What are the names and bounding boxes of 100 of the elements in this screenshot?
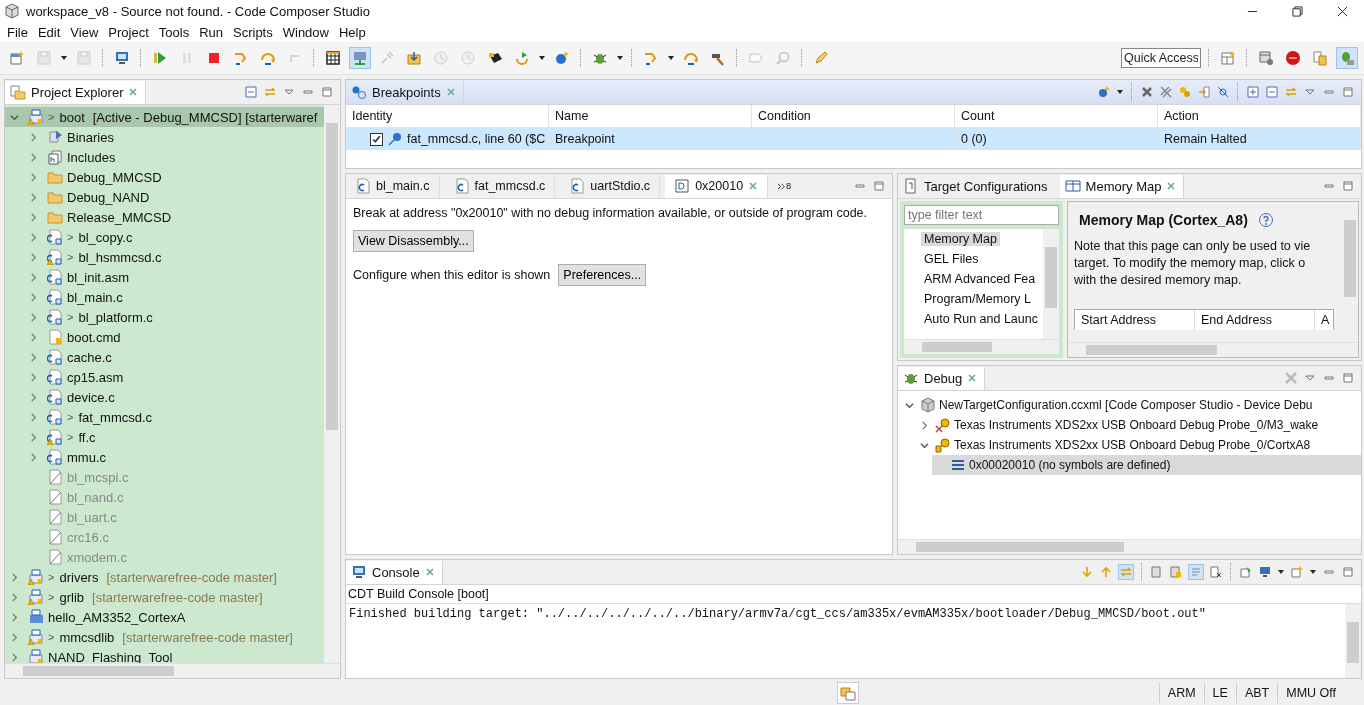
list-item[interactable]: Auto Run and Launc xyxy=(924,309,1043,329)
column-header[interactable]: A xyxy=(1315,310,1334,330)
checkbox[interactable] xyxy=(370,132,383,146)
chevron-icon[interactable] xyxy=(29,172,38,182)
column-header[interactable]: Action xyxy=(1158,105,1361,127)
chevron-icon[interactable] xyxy=(10,112,19,122)
help-icon[interactable] xyxy=(1257,212,1274,228)
menu-item[interactable]: Edit xyxy=(32,24,66,40)
chevron-icon[interactable] xyxy=(29,452,38,462)
tree-item[interactable]: > mmcsdlib [starterwarefree-code master] xyxy=(5,627,324,647)
connect-icon[interactable] xyxy=(349,47,371,69)
table-row[interactable]: fat_mmcsd.c, line 60 ($C Breakpoint 0 (0) Remain Halted xyxy=(346,128,1361,150)
view-tab[interactable]: Breakpoints xyxy=(346,80,464,104)
maximize-icon[interactable] xyxy=(320,85,334,99)
chevron-icon[interactable] xyxy=(29,192,38,202)
collapse-all-icon[interactable] xyxy=(1265,85,1279,99)
chevron-icon[interactable] xyxy=(10,592,19,602)
remove-all-icon[interactable] xyxy=(1159,85,1173,99)
chevron-icon[interactable] xyxy=(29,372,38,382)
chevron-icon[interactable] xyxy=(10,572,19,582)
filter-field[interactable]: type filter text xyxy=(904,205,1059,225)
view-tab[interactable]: Memory Map xyxy=(1059,174,1185,198)
word-wrap-icon[interactable] xyxy=(1188,564,1204,580)
chevron-icon[interactable] xyxy=(29,232,38,242)
close-icon[interactable] xyxy=(1166,181,1177,191)
menu-item[interactable]: Run xyxy=(194,24,228,40)
maximize-icon[interactable] xyxy=(1341,179,1355,193)
chevron-icon[interactable] xyxy=(905,400,914,410)
maximize-icon[interactable] xyxy=(1341,371,1355,385)
scrollbar[interactable] xyxy=(898,539,1361,554)
menu-item[interactable]: Tools xyxy=(153,24,195,40)
chevron-icon[interactable] xyxy=(29,292,38,302)
tree-item[interactable]: hello_AM3352_CortexA xyxy=(5,607,324,627)
gears-icon[interactable] xyxy=(1178,85,1192,99)
menu-item[interactable]: Window xyxy=(277,24,334,40)
chevron-icon[interactable] xyxy=(29,432,38,442)
scroll-lock-icon[interactable] xyxy=(1150,565,1164,579)
arrow-down-icon[interactable] xyxy=(1080,565,1094,579)
menu-item[interactable]: Scripts xyxy=(228,24,278,40)
dropdown-arrow-icon[interactable] xyxy=(538,54,546,62)
chevron-icon[interactable] xyxy=(29,252,38,262)
menu-item[interactable]: View xyxy=(65,24,104,40)
column-header[interactable]: Name xyxy=(549,105,752,127)
chevron-icon[interactable] xyxy=(29,332,38,342)
remove-all-icon[interactable] xyxy=(1284,371,1298,385)
chevron-icon[interactable] xyxy=(29,352,38,362)
chevron-icon[interactable] xyxy=(29,132,38,142)
tree-item[interactable]: Texas Instruments XDS2xx USB Onboard Debug Probe_0/CortxA8 xyxy=(917,435,1361,455)
view-disassembly-button[interactable]: View Disassembly... xyxy=(353,230,474,252)
view-tab[interactable]: Project Explorer xyxy=(5,80,147,104)
progress-icon[interactable] xyxy=(836,682,859,704)
tree-item[interactable]: mmu.c xyxy=(24,447,324,467)
tree-item[interactable]: > bl_hsmmcsd.c xyxy=(24,247,324,267)
column-header[interactable]: Identity xyxy=(346,105,549,127)
chevron-icon[interactable] xyxy=(920,440,929,450)
close-icon[interactable] xyxy=(128,87,139,97)
clear-console-icon[interactable] xyxy=(1209,565,1223,579)
tree-item[interactable]: > drivers [starterwarefree-code master] xyxy=(5,567,324,587)
column-header[interactable]: Count xyxy=(955,105,1158,127)
import-icon[interactable] xyxy=(1197,85,1211,99)
chevron-icon[interactable] xyxy=(29,412,38,422)
tree-item[interactable]: NewTargetConfiguration.ccxml [Code Composer Studio - Device Debu xyxy=(902,395,1361,415)
close-window-icon[interactable] xyxy=(1337,5,1348,17)
column-header[interactable]: End Address xyxy=(1195,310,1315,330)
close-icon[interactable] xyxy=(967,373,978,383)
pin-lock-icon[interactable] xyxy=(1169,565,1183,579)
tree-item[interactable]: Debug_MMCSD xyxy=(24,167,324,187)
menu-item[interactable]: Help xyxy=(334,24,371,40)
editor-tab[interactable]: fat_mmcsd.c xyxy=(444,174,556,198)
editor-tab[interactable]: bl_main.c xyxy=(346,174,440,198)
skip-breakpoints-icon[interactable] xyxy=(1216,85,1230,99)
link-arrows-icon[interactable] xyxy=(1284,85,1298,99)
editor-tab[interactable]: uartStdio.c xyxy=(560,174,661,198)
tree-item[interactable]: device.c xyxy=(24,387,324,407)
chevron-icon[interactable] xyxy=(29,152,38,162)
scrollbar[interactable] xyxy=(1068,342,1358,357)
dropdown-arrow-icon[interactable] xyxy=(1309,568,1317,576)
scrollbar[interactable] xyxy=(1345,604,1361,678)
chevron-icon[interactable] xyxy=(10,632,19,642)
new-breakpoint-icon[interactable] xyxy=(1097,85,1111,99)
chevron-icon[interactable] xyxy=(920,420,929,430)
tree-item[interactable]: cache.c xyxy=(24,347,324,367)
chevron-icon[interactable] xyxy=(29,212,38,222)
maximize-icon[interactable] xyxy=(1341,85,1355,99)
tree-item[interactable]: > ff.c xyxy=(24,427,324,447)
expand-all-icon[interactable] xyxy=(1246,85,1260,99)
tree-item[interactable]: Release_MMCSD xyxy=(24,207,324,227)
tree-item[interactable]: bl_main.c xyxy=(24,287,324,307)
chevron-icon[interactable] xyxy=(29,312,38,322)
list-item[interactable]: GEL Files xyxy=(924,249,1043,269)
tree-item[interactable]: > grlib [starterwarefree-code master] xyxy=(5,587,324,607)
menu-item[interactable]: File xyxy=(2,24,33,40)
view-tab[interactable]: Console xyxy=(346,560,443,584)
menu-item[interactable]: Project xyxy=(103,24,154,40)
more-tabs-button[interactable]: 8 xyxy=(773,181,796,191)
chevron-icon[interactable] xyxy=(29,272,38,282)
tree-item[interactable]: Includes xyxy=(24,147,324,167)
tree-item[interactable]: > bl_copy.c xyxy=(24,227,324,247)
tree-item[interactable]: Texas Instruments XDS2xx USB Onboard Debug Probe_0/M3_wake xyxy=(917,415,1361,435)
new-console-icon[interactable] xyxy=(1290,565,1304,579)
